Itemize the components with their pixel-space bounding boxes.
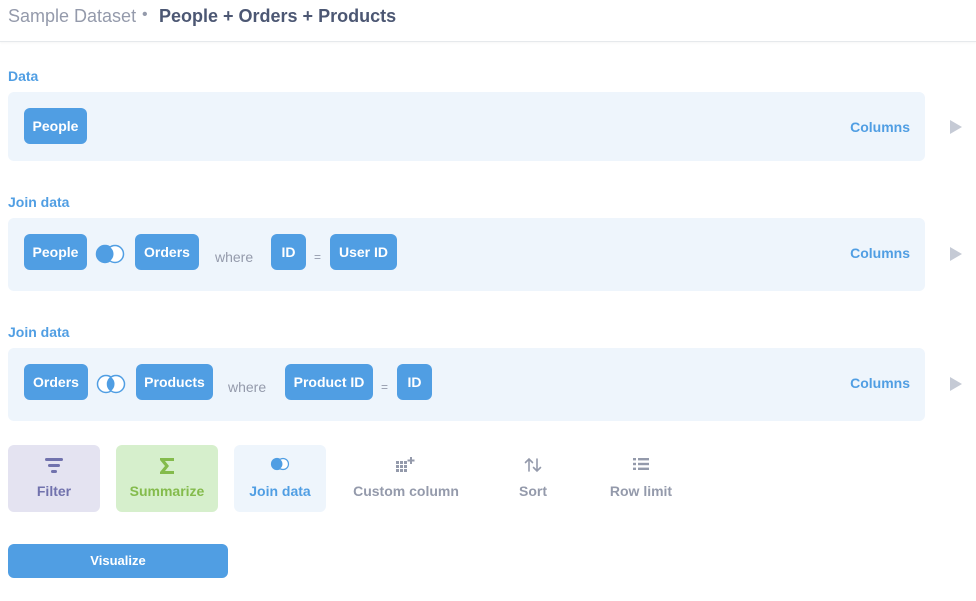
breadcrumb-separator: •: [142, 6, 148, 23]
source-table-pill[interactable]: People: [24, 108, 87, 144]
row-limit-button[interactable]: Row limit: [600, 445, 682, 512]
sort-button[interactable]: Sort: [500, 445, 566, 512]
sort-label: Sort: [519, 483, 547, 499]
filter-button[interactable]: Filter: [8, 445, 100, 512]
join-data-label: Join data: [249, 483, 311, 499]
join-1-right-table-pill[interactable]: Orders: [135, 234, 199, 270]
data-columns-link[interactable]: Columns: [850, 119, 910, 135]
join-2-right-field-pill[interactable]: ID: [397, 364, 432, 400]
join-1-columns-link[interactable]: Columns: [850, 245, 910, 261]
join-2-right-table-pill[interactable]: Products: [136, 364, 213, 400]
list-icon: [633, 458, 649, 470]
row-limit-label: Row limit: [609, 483, 673, 499]
join-2-where-label: where: [228, 379, 267, 395]
join-icon: [270, 457, 290, 471]
visualize-button[interactable]: Visualize: [8, 544, 228, 578]
custom-column-label: Custom column: [353, 483, 459, 499]
join-type-icon[interactable]: [94, 244, 126, 264]
summarize-button[interactable]: Summarize: [116, 445, 218, 512]
data-step-label: Data: [8, 68, 39, 84]
join-1-right-field-pill[interactable]: User ID: [330, 234, 397, 270]
join-2-left-table-pill[interactable]: Orders: [24, 364, 88, 400]
filter-label: Filter: [36, 483, 72, 499]
join-1-where-label: where: [215, 249, 254, 265]
query-header: Sample Dataset • People + Orders + Produ…: [0, 0, 976, 42]
join-step-2-box: Orders Products where Product ID = ID Co…: [8, 348, 925, 421]
join-step-1-preview-icon[interactable]: [950, 247, 962, 261]
join-2-left-field-pill[interactable]: Product ID: [285, 364, 373, 400]
page-title: People + Orders + Products: [159, 6, 397, 26]
join-step-2-preview-icon[interactable]: [950, 377, 962, 391]
join-2-operator: =: [381, 380, 389, 394]
custom-column-button[interactable]: Custom column: [345, 445, 467, 512]
join-step-1-box: People Orders where ID = User ID Columns: [8, 218, 925, 291]
join-step-1-label: Join data: [8, 194, 70, 210]
summarize-label: Summarize: [129, 483, 205, 499]
sigma-icon: [160, 458, 174, 474]
data-step-box: People Columns: [8, 92, 925, 161]
join-2-columns-link[interactable]: Columns: [850, 375, 910, 391]
join-1-left-table-pill[interactable]: People: [24, 234, 87, 270]
add-column-icon: [396, 457, 415, 472]
join-1-operator: =: [314, 250, 322, 264]
join-step-2-label: Join data: [8, 324, 70, 340]
filter-icon: [45, 458, 63, 473]
join-1-left-field-pill[interactable]: ID: [271, 234, 306, 270]
sort-icon: [524, 457, 542, 473]
data-step-preview-icon[interactable]: [950, 120, 962, 134]
database-breadcrumb[interactable]: Sample Dataset: [8, 6, 136, 27]
join-type-icon[interactable]: [95, 374, 127, 394]
join-data-button[interactable]: Join data: [234, 445, 326, 512]
